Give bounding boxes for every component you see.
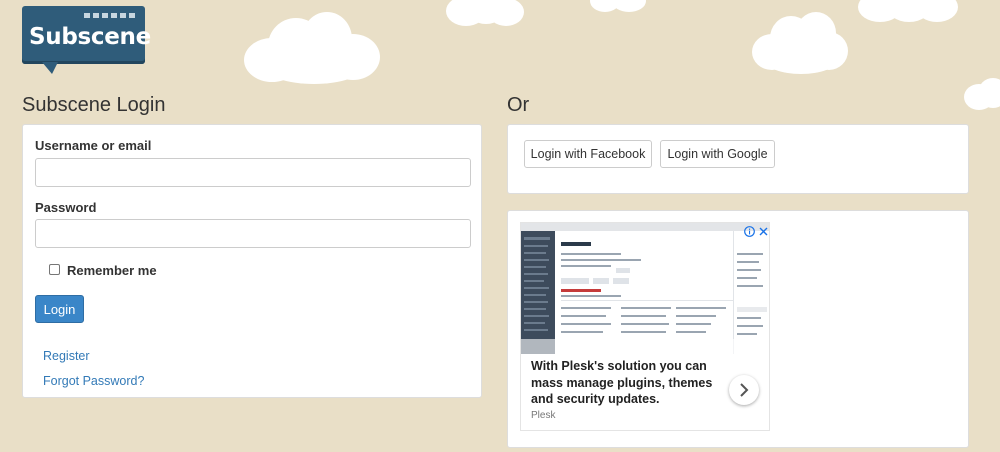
chevron-right-icon[interactable] bbox=[729, 375, 759, 405]
cloud-decoration bbox=[964, 78, 1000, 112]
cloud-decoration bbox=[446, 0, 524, 26]
logo-speech-tail bbox=[42, 62, 58, 74]
cloud-decoration bbox=[858, 0, 958, 24]
username-label: Username or email bbox=[35, 138, 152, 153]
ad-info-icon[interactable] bbox=[743, 225, 755, 237]
password-input[interactable] bbox=[35, 219, 471, 248]
google-login-button[interactable]: Login with Google bbox=[660, 140, 775, 168]
ad-close-icon[interactable] bbox=[757, 225, 769, 237]
facebook-login-button[interactable]: Login with Facebook bbox=[524, 140, 652, 168]
ad-source[interactable]: Plesk bbox=[531, 410, 555, 421]
login-button[interactable]: Login bbox=[35, 295, 84, 323]
social-login-panel: Login with Facebook Login with Google bbox=[507, 124, 969, 194]
login-heading: Subscene Login bbox=[22, 94, 166, 116]
register-link[interactable]: Register bbox=[43, 349, 90, 363]
subscene-logo[interactable]: Subscene bbox=[22, 6, 151, 64]
ad-screenshot-illustration bbox=[521, 223, 769, 354]
cloud-decoration bbox=[244, 12, 380, 84]
remember-me-checkbox[interactable] bbox=[49, 264, 60, 275]
or-heading: Or bbox=[507, 94, 530, 116]
login-panel: Username or email Password Remember me L… bbox=[22, 124, 482, 398]
username-input[interactable] bbox=[35, 158, 471, 187]
plesk-ad[interactable]: With Plesk's solution you can mass manag… bbox=[520, 222, 770, 431]
forgot-password-link[interactable]: Forgot Password? bbox=[43, 374, 144, 388]
logo-dots bbox=[84, 13, 135, 18]
ad-headline[interactable]: With Plesk's solution you can mass manag… bbox=[531, 358, 731, 408]
cloud-decoration bbox=[590, 0, 646, 12]
cloud-decoration bbox=[752, 12, 848, 74]
logo-text: Subscene bbox=[29, 24, 151, 50]
ad-screenshot-image bbox=[521, 223, 769, 354]
password-label: Password bbox=[35, 200, 97, 215]
remember-me-label[interactable]: Remember me bbox=[67, 263, 157, 278]
